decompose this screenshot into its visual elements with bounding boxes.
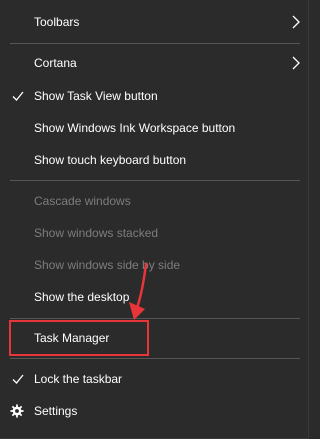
checkmark-icon [12, 374, 24, 384]
menu-item-show-desktop[interactable]: Show the desktop [0, 281, 309, 313]
menu-item-task-manager[interactable]: Task Manager [0, 322, 309, 354]
menu-item-show-windows-side-by-side: Show windows side by side [0, 249, 309, 281]
menu-item-label: Toolbars [34, 15, 80, 29]
chevron-right-icon [292, 56, 300, 70]
taskbar-context-menu: Toolbars Cortana Show Task View button S… [0, 0, 309, 439]
menu-item-cascade-windows: Cascade windows [0, 185, 309, 217]
menu-item-show-windows-stacked: Show windows stacked [0, 217, 309, 249]
menu-item-settings[interactable]: Settings [0, 395, 309, 427]
menu-item-label: Show Windows Ink Workspace button [34, 121, 236, 135]
menu-separator [10, 318, 300, 319]
menu-separator [10, 358, 300, 359]
menu-item-label: Cortana [34, 56, 77, 70]
menu-item-label: Show windows side by side [34, 258, 181, 272]
menu-item-show-ink-workspace[interactable]: Show Windows Ink Workspace button [0, 112, 309, 144]
menu-item-show-task-view[interactable]: Show Task View button [0, 80, 309, 112]
menu-separator [10, 180, 300, 181]
menu-item-label: Task Manager [34, 331, 110, 345]
menu-item-toolbars[interactable]: Toolbars [0, 6, 309, 38]
menu-item-label: Cascade windows [34, 194, 131, 208]
menu-item-label: Show the desktop [34, 290, 130, 304]
checkmark-icon [12, 91, 24, 101]
menu-separator [10, 43, 300, 44]
menu-item-cortana[interactable]: Cortana [0, 47, 309, 79]
menu-item-show-touch-keyboard[interactable]: Show touch keyboard button [0, 144, 309, 176]
menu-item-label: Show Task View button [34, 89, 158, 103]
menu-item-label: Show windows stacked [34, 226, 159, 240]
menu-item-label: Show touch keyboard button [34, 153, 187, 167]
menu-item-lock-taskbar[interactable]: Lock the taskbar [0, 363, 309, 395]
gear-icon [10, 404, 24, 418]
menu-item-label: Lock the taskbar [34, 372, 123, 386]
chevron-right-icon [292, 15, 300, 29]
menu-item-label: Settings [34, 404, 78, 418]
